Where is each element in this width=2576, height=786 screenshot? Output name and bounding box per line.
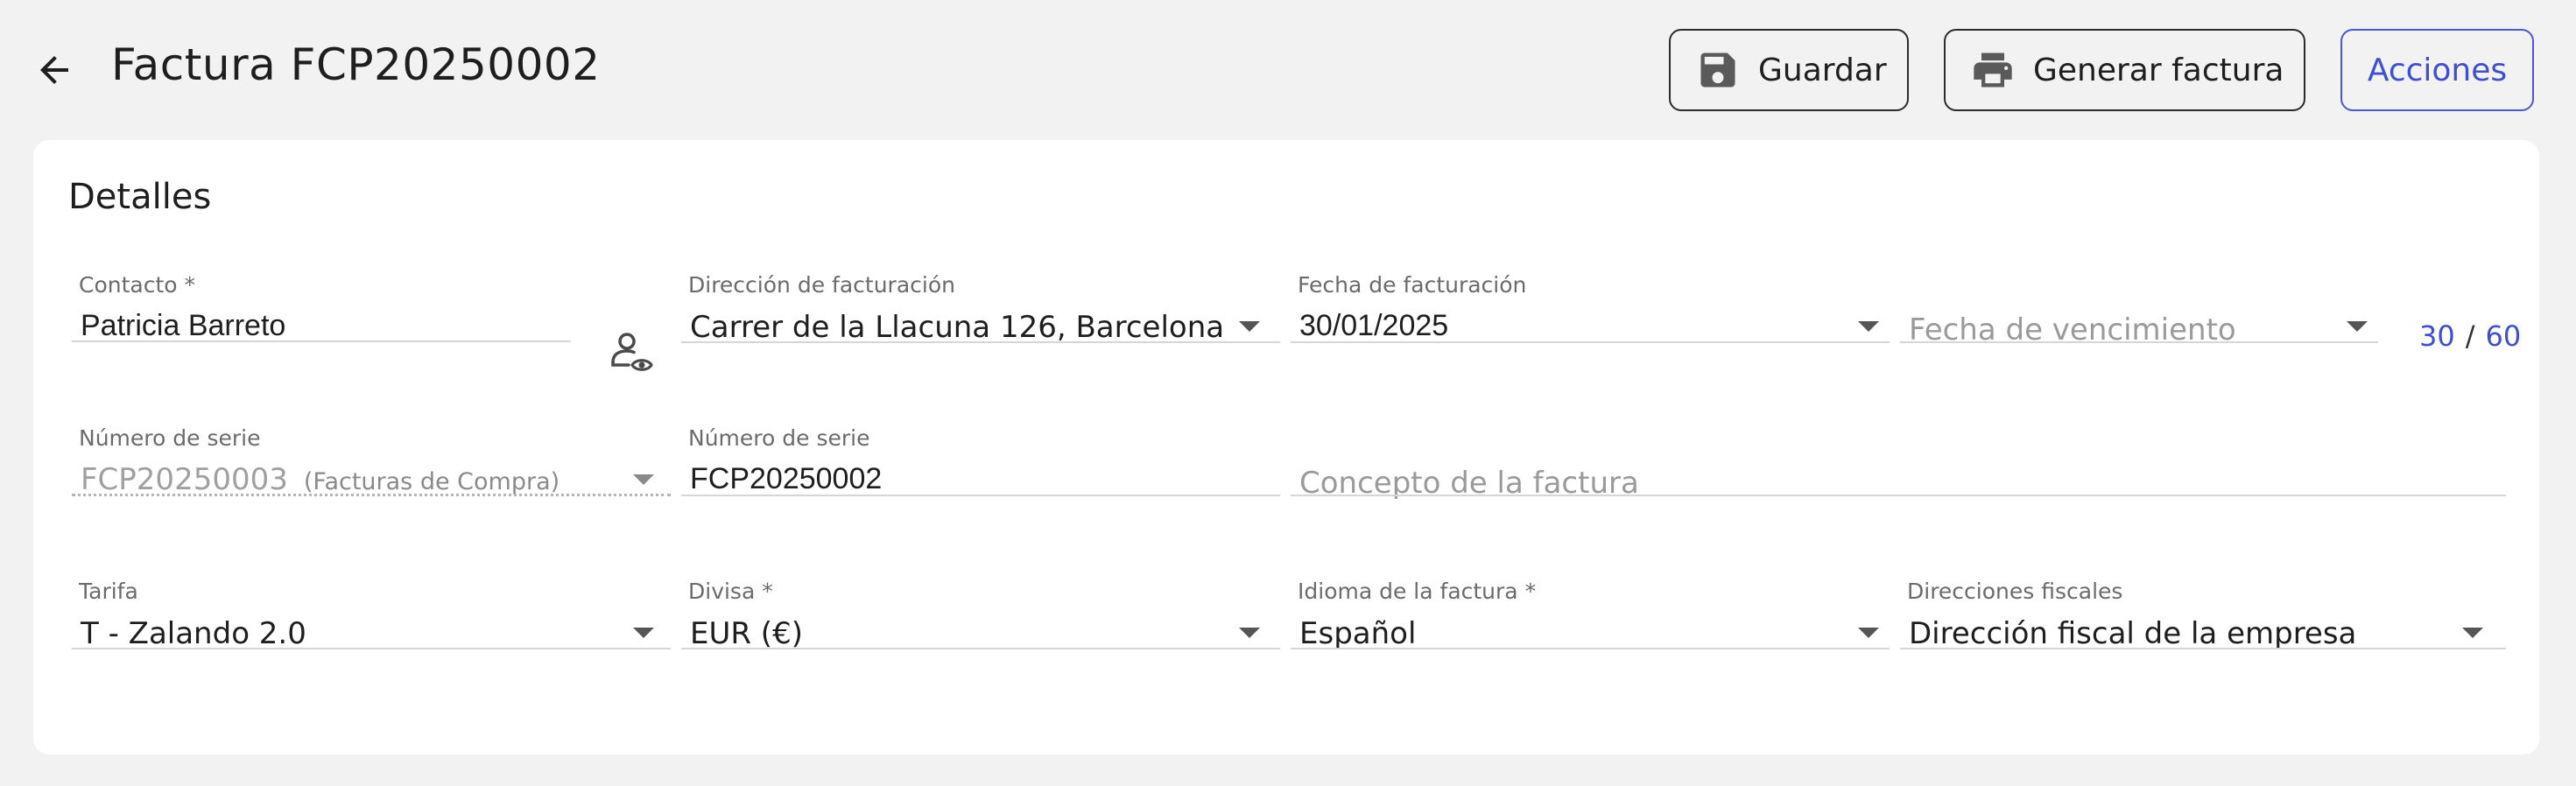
contact-field[interactable]: Contacto * Patricia Barreto (72, 272, 571, 342)
series-number-2-label: Número de serie (688, 425, 870, 451)
fiscal-addresses-label: Direcciones fiscales (1907, 579, 2123, 604)
chevron-down-icon[interactable] (1858, 321, 1879, 332)
billing-address-value: Carrer de la Llacuna 126, Barcelona (690, 310, 1225, 345)
generate-invoice-label: Generar factura (2033, 52, 2284, 88)
invoice-language-select[interactable]: Idioma de la factura * Español (1291, 579, 1890, 651)
actions-button[interactable]: Acciones (2340, 29, 2534, 111)
rate-underline (72, 648, 671, 649)
series-number-2-value: FCP20250002 (690, 462, 883, 495)
fiscal-addresses-underline (1900, 648, 2506, 649)
back-arrow-icon (40, 56, 68, 84)
due-date-separator: / (2465, 319, 2475, 353)
currency-underline (681, 648, 1280, 649)
page-title: Factura FCP20250002 (111, 39, 601, 90)
series-number-suffix: (Facturas de Compra) (303, 468, 560, 495)
currency-select[interactable]: Divisa * EUR (€) (681, 579, 1280, 651)
invoice-language-underline (1291, 648, 1890, 649)
contact-underline (72, 340, 571, 342)
chevron-down-icon[interactable] (2462, 628, 2483, 638)
due-date-quick-options: 30 / 60 (2419, 319, 2521, 353)
invoice-concept-underline (1291, 495, 2506, 496)
contact-value: Patricia Barreto (81, 309, 286, 342)
invoice-language-label: Idioma de la factura * (1298, 579, 1537, 604)
save-icon (1695, 47, 1741, 93)
billing-address-select[interactable]: Dirección de facturación Carrer de la Ll… (681, 272, 1280, 345)
series-number-label: Número de serie (79, 425, 261, 451)
fiscal-addresses-select[interactable]: Direcciones fiscales Dirección fiscal de… (1900, 579, 2506, 651)
due-date-field[interactable]: Fecha de vencimiento (1900, 272, 2378, 347)
invoice-language-value: Español (1299, 616, 1417, 651)
due-date-30-days[interactable]: 30 (2419, 319, 2455, 353)
invoice-concept-field[interactable]: Concepto de la factura (1291, 425, 2506, 501)
chevron-down-icon[interactable] (1239, 628, 1260, 638)
rate-label: Tarifa (79, 579, 138, 604)
currency-label: Divisa * (688, 579, 773, 604)
series-number-underline (72, 494, 671, 496)
chevron-down-icon[interactable] (1239, 321, 1260, 332)
chevron-down-icon[interactable] (1858, 628, 1879, 638)
series-number-value: FCP20250003 (Facturas de Compra) (81, 462, 560, 497)
fiscal-addresses-value: Dirección fiscal de la empresa (1909, 616, 2357, 651)
actions-button-label: Acciones (2367, 52, 2508, 88)
billing-address-underline (681, 341, 1280, 343)
save-button[interactable]: Guardar (1669, 29, 1909, 111)
page-header: Factura FCP20250002 Guardar Generar fact… (0, 0, 2576, 140)
chevron-down-icon[interactable] (633, 628, 654, 638)
details-card: Detalles Contacto * Patricia Barreto Dir… (33, 140, 2539, 754)
chevron-down-icon[interactable] (633, 474, 654, 485)
contact-view-icon[interactable] (606, 327, 658, 380)
series-number-field[interactable]: Número de serie FCP20250002 (681, 425, 1280, 496)
billing-date-label: Fecha de facturación (1298, 272, 1527, 298)
rate-select[interactable]: Tarifa T - Zalando 2.0 (72, 579, 671, 651)
due-date-underline (1900, 341, 2378, 343)
series-number-select-disabled[interactable]: Número de serie FCP20250003 (Facturas de … (72, 425, 671, 497)
series-number-code: FCP20250003 (81, 462, 288, 497)
chevron-down-icon[interactable] (2347, 321, 2368, 332)
due-date-60-days[interactable]: 60 (2486, 319, 2522, 353)
details-title: Detalles (68, 177, 212, 217)
rate-value: T - Zalando 2.0 (81, 616, 306, 651)
contact-label: Contacto * (79, 272, 196, 298)
currency-value: EUR (€) (690, 616, 803, 651)
save-button-label: Guardar (1758, 52, 1887, 88)
billing-date-value: 30/01/2025 (1299, 309, 1449, 342)
printer-icon (1970, 47, 2016, 93)
billing-date-field[interactable]: Fecha de facturación 30/01/2025 (1291, 272, 1890, 343)
back-button[interactable] (30, 46, 79, 95)
series-number-2-underline (681, 495, 1280, 496)
billing-address-label: Dirección de facturación (688, 272, 955, 298)
billing-date-underline (1291, 341, 1890, 343)
generate-invoice-button[interactable]: Generar factura (1944, 29, 2305, 111)
